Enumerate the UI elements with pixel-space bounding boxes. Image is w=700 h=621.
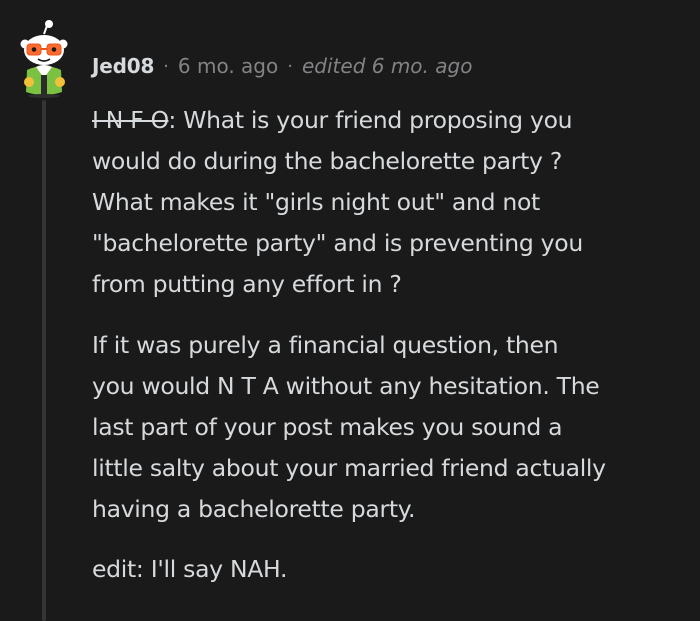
paragraph-1: I N F O: What is your friend proposing y… (92, 100, 682, 305)
paragraph-3: edit: I'll say NAH. (92, 549, 682, 590)
comment-meta: Jed08 · 6 mo. ago · edited 6 mo. ago (92, 52, 472, 80)
username-link[interactable]: Jed08 (92, 54, 154, 78)
text-line: If it was purely a financial question, t… (92, 331, 559, 359)
text-line: from putting any effort in ? (92, 270, 402, 298)
edited-label: edited 6 mo. ago (301, 54, 473, 78)
comment: Jed08 · 6 mo. ago · edited 6 mo. ago I N… (0, 0, 700, 621)
text-line: would do during the bachelorette party ? (92, 147, 562, 175)
strikethrough-text: I N F O (92, 106, 169, 134)
meta-separator: · (287, 55, 293, 77)
text-line: you would N T A without any hesitation. … (92, 372, 600, 400)
text-line: : What is your friend proposing you (168, 106, 573, 134)
thread-collapse-line[interactable] (42, 100, 46, 621)
snoo-avatar-icon[interactable] (18, 20, 70, 98)
text-line: having a bachelorette party. (92, 495, 416, 523)
paragraph-2: If it was purely a financial question, t… (92, 325, 682, 530)
text-line: edit: I'll say NAH. (92, 555, 288, 583)
meta-separator: · (163, 55, 169, 77)
text-line: last part of your post makes you sound a (92, 413, 563, 441)
text-line: "bachelorette party" and is preventing y… (92, 229, 583, 257)
text-line: little salty about your married friend a… (92, 454, 606, 482)
timestamp[interactable]: 6 mo. ago (178, 54, 278, 78)
text-line: What makes it "girls night out" and not (92, 188, 540, 216)
comment-body: I N F O: What is your friend proposing y… (92, 100, 682, 590)
